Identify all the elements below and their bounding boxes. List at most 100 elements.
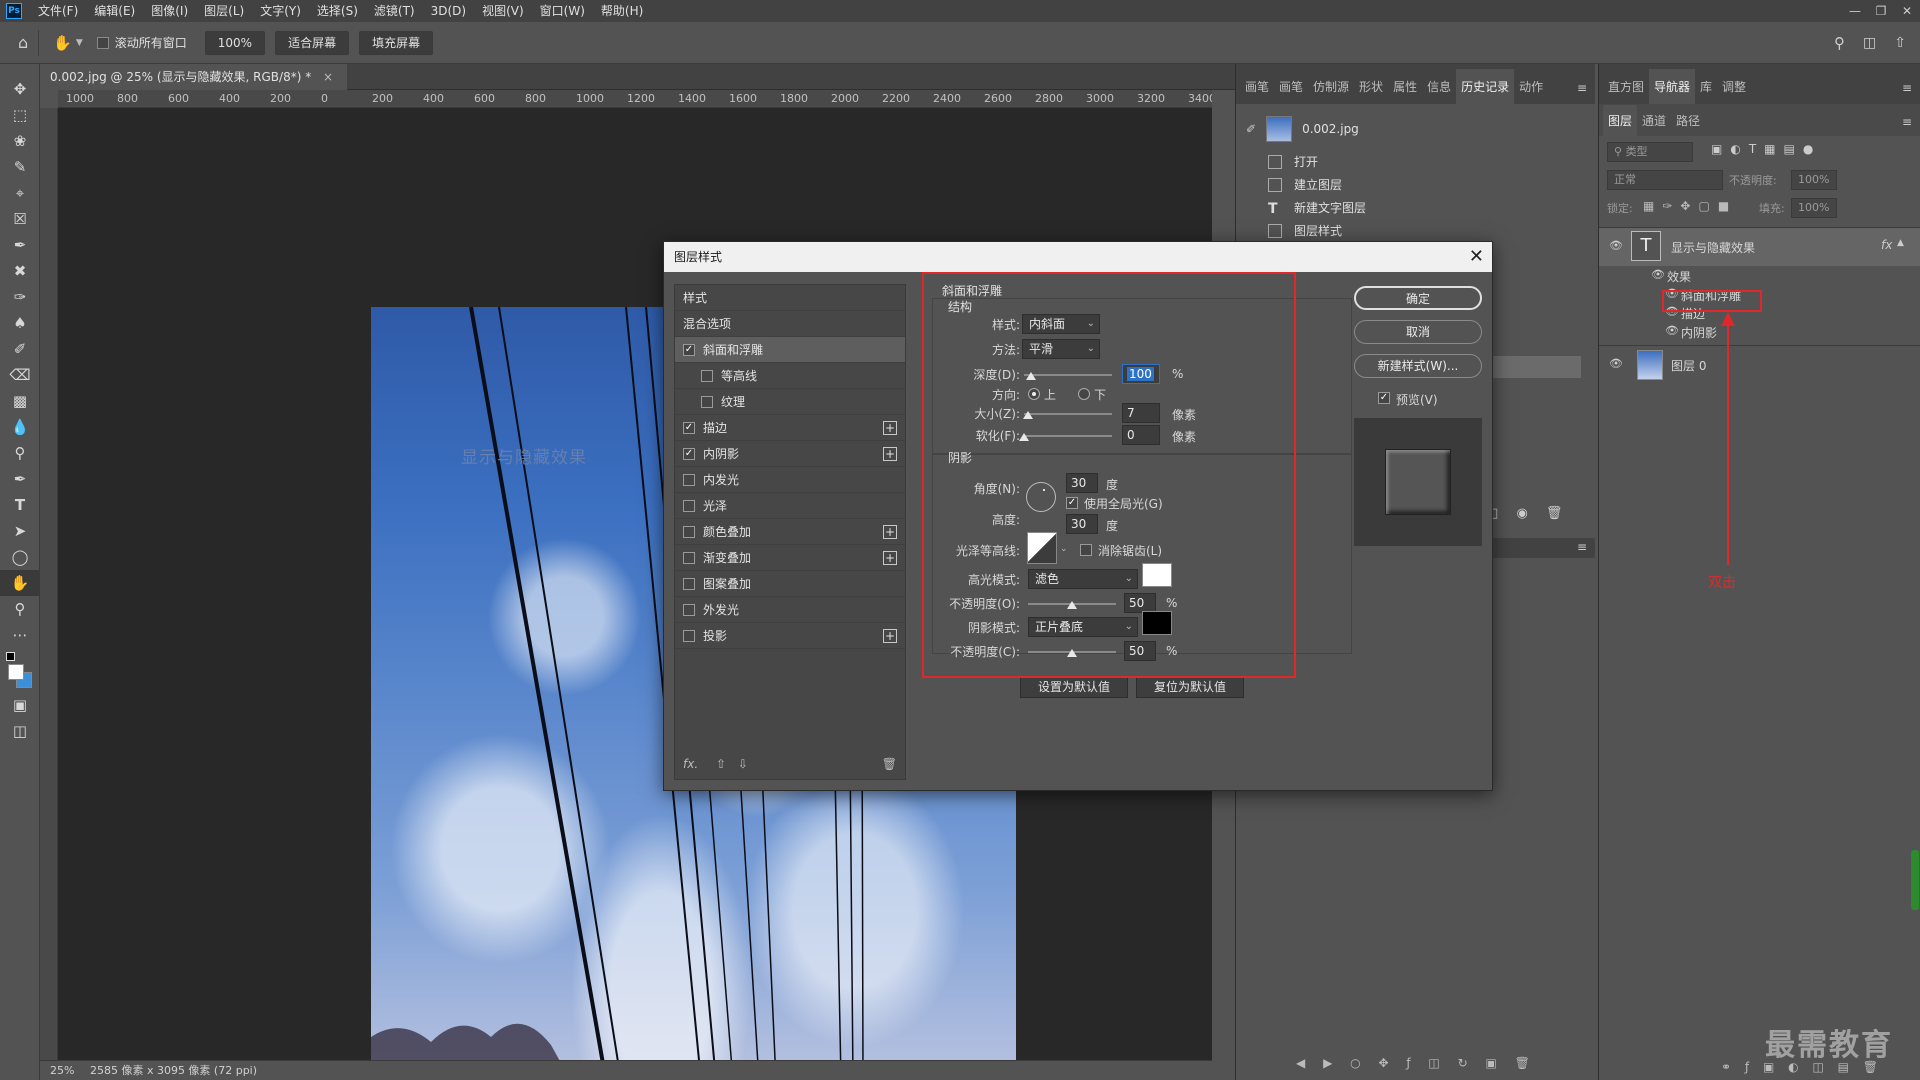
- lock-all-icon[interactable]: ■: [1718, 199, 1737, 213]
- tab-actions[interactable]: 动作: [1514, 78, 1548, 104]
- shape-tool-icon[interactable]: ◯: [0, 544, 40, 570]
- tab-brush[interactable]: 画笔: [1240, 78, 1274, 104]
- history-item[interactable]: 图层样式: [1236, 219, 1595, 242]
- tab-navigator[interactable]: 导航器: [1649, 69, 1696, 104]
- lock-artboard-icon[interactable]: ▢: [1698, 199, 1717, 213]
- fill-screen-button[interactable]: 填充屏幕: [359, 30, 434, 55]
- refresh-icon[interactable]: ↻: [1458, 1056, 1468, 1070]
- style-checkbox[interactable]: ✓: [683, 421, 695, 434]
- add-effect-icon[interactable]: +: [883, 550, 897, 565]
- tab-brush-settings[interactable]: 画笔: [1274, 78, 1308, 104]
- panel-menu-icon[interactable]: ≡: [1577, 81, 1587, 104]
- next-icon[interactable]: ▶: [1323, 1056, 1332, 1070]
- clone-stamp-tool-icon[interactable]: ♠: [0, 310, 40, 336]
- camera-icon[interactable]: ◉: [1516, 506, 1527, 521]
- hand-tool-icon[interactable]: ✋: [53, 34, 72, 52]
- fill-field[interactable]: 100%: [1791, 198, 1837, 218]
- document-tab[interactable]: 0.002.jpg @ 25% (显示与隐藏效果, RGB/8*) * ×: [40, 64, 348, 90]
- tab-layers[interactable]: 图层: [1603, 105, 1638, 136]
- layer-filter-select[interactable]: ⚲ 类型: [1607, 142, 1693, 162]
- style-checkbox[interactable]: [701, 369, 713, 382]
- filter-toggle-icon[interactable]: ●: [1803, 142, 1821, 156]
- tool-preset-chevron-icon[interactable]: ▼: [76, 38, 83, 48]
- zoom-tool-icon[interactable]: ⚲: [0, 596, 40, 622]
- menu-help[interactable]: 帮助(H): [593, 0, 651, 22]
- menu-select[interactable]: 选择(S): [309, 0, 366, 22]
- add-effect-icon[interactable]: +: [883, 628, 897, 643]
- fx-menu-icon[interactable]: fx.: [683, 757, 698, 771]
- effects-group-row[interactable]: 👁 效果: [1599, 266, 1920, 284]
- move-down-icon[interactable]: ⇩: [738, 757, 748, 771]
- tab-paths[interactable]: 路径: [1671, 112, 1705, 136]
- color-swatches[interactable]: [0, 648, 39, 692]
- style-list-item[interactable]: 投影 +: [675, 623, 905, 649]
- more-tools-icon[interactable]: ⋯: [0, 622, 40, 648]
- style-checkbox[interactable]: [683, 551, 695, 564]
- menu-edit[interactable]: 编辑(E): [86, 0, 143, 22]
- close-tab-icon[interactable]: ×: [323, 70, 333, 84]
- style-checkbox[interactable]: ✓: [683, 447, 695, 460]
- scroll-all-checkbox[interactable]: [96, 36, 109, 49]
- style-checkbox[interactable]: ✓: [683, 343, 695, 356]
- scrollbar-indicator[interactable]: [1911, 850, 1919, 910]
- add-style-icon[interactable]: ƒ: [1745, 1060, 1749, 1074]
- fx-icon[interactable]: ƒ: [1406, 1056, 1410, 1070]
- prev-icon[interactable]: ◀: [1296, 1056, 1305, 1070]
- lock-pixels-icon[interactable]: ✑: [1662, 199, 1680, 213]
- style-checkbox[interactable]: [683, 473, 695, 486]
- preview-checkbox[interactable]: ✓: [1378, 392, 1390, 404]
- frame-tool-icon[interactable]: ☒: [0, 206, 40, 232]
- mask-icon[interactable]: ◫: [1428, 1056, 1439, 1070]
- eraser-tool-icon[interactable]: ⌫: [0, 362, 40, 388]
- menu-view[interactable]: 视图(V): [474, 0, 532, 22]
- opacity-field[interactable]: 100%: [1791, 170, 1837, 190]
- home-icon[interactable]: ⌂: [18, 33, 28, 52]
- trash-icon[interactable]: 🗑: [1515, 1056, 1530, 1070]
- add-effect-icon[interactable]: +: [883, 420, 897, 435]
- tab-clone-source[interactable]: 仿制源: [1308, 78, 1354, 104]
- zoom-100-button[interactable]: 100%: [204, 30, 266, 55]
- history-brush-source-icon[interactable]: ✐: [1246, 122, 1256, 136]
- tab-histogram[interactable]: 直方图: [1603, 78, 1649, 104]
- foreground-color-swatch[interactable]: [8, 664, 24, 680]
- path-select-tool-icon[interactable]: ➤: [0, 518, 40, 544]
- add-effect-icon[interactable]: +: [883, 446, 897, 461]
- lock-transparency-icon[interactable]: ▦: [1643, 199, 1662, 213]
- style-list-item[interactable]: ✓ 内阴影 +: [675, 441, 905, 467]
- dialog-close-icon[interactable]: ✕: [1469, 242, 1484, 272]
- healing-tool-icon[interactable]: ✖: [0, 258, 40, 284]
- lasso-tool-icon[interactable]: ❀: [0, 128, 40, 154]
- hand-tool-icon[interactable]: ✋: [0, 570, 40, 596]
- visibility-eye-icon[interactable]: 👁: [1609, 239, 1623, 252]
- group-icon[interactable]: ○: [1350, 1056, 1360, 1070]
- history-delete-icon[interactable]: 🗑: [1546, 506, 1563, 521]
- menu-image[interactable]: 图像(I): [143, 0, 196, 22]
- visibility-eye-icon[interactable]: 👁: [1609, 357, 1623, 370]
- panel-menu-icon[interactable]: ≡: [1577, 540, 1587, 554]
- style-list-item[interactable]: 外发光: [675, 597, 905, 623]
- quick-select-tool-icon[interactable]: ✎: [0, 154, 40, 180]
- fit-screen-button[interactable]: 适合屏幕: [275, 30, 350, 55]
- quick-mask-icon[interactable]: ▣: [0, 692, 40, 718]
- tab-shapes[interactable]: 形状: [1354, 78, 1388, 104]
- layer-row-image[interactable]: 👁 图层 0: [1599, 345, 1920, 383]
- panel-menu-icon[interactable]: ≡: [1902, 115, 1912, 136]
- filter-pixel-icon[interactable]: ▣: [1711, 142, 1730, 156]
- layer-fx-badge[interactable]: fx: [1881, 238, 1892, 252]
- tab-properties[interactable]: 属性: [1388, 78, 1422, 104]
- style-list-item[interactable]: 纹理: [675, 389, 905, 415]
- pen-tool-icon[interactable]: ✒: [0, 466, 40, 492]
- crop-tool-icon[interactable]: ⌖: [0, 180, 40, 206]
- menu-layer[interactable]: 图层(L): [196, 0, 252, 22]
- new-style-button[interactable]: 新建样式(W)...: [1354, 354, 1482, 378]
- tab-libraries[interactable]: 库: [1695, 78, 1717, 104]
- style-list-item[interactable]: 光泽: [675, 493, 905, 519]
- move-up-icon[interactable]: ⇧: [716, 757, 726, 771]
- filter-adjust-icon[interactable]: ◐: [1730, 142, 1748, 156]
- type-tool-icon[interactable]: T: [0, 492, 40, 518]
- filter-type-icon[interactable]: T: [1749, 142, 1764, 156]
- panel-menu-icon[interactable]: ≡: [1902, 81, 1912, 104]
- link-layers-icon[interactable]: ⚭: [1721, 1060, 1731, 1074]
- cancel-button[interactable]: 取消: [1354, 320, 1482, 344]
- search-icon[interactable]: ⚲: [1834, 34, 1845, 52]
